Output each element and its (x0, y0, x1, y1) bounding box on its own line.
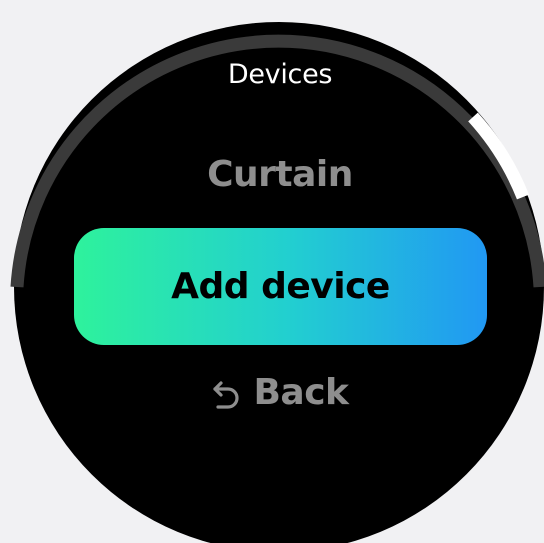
screen: Devices Curtain Add device Back (0, 0, 544, 543)
page-title: Devices (227, 59, 333, 90)
add-device-label: Add device (171, 266, 390, 307)
back-button[interactable]: Back (0, 372, 544, 413)
back-label: Back (253, 372, 349, 413)
menu-item-curtain[interactable]: Curtain (0, 154, 544, 195)
back-arrow-icon (213, 380, 240, 409)
add-device-button[interactable]: Add device (74, 228, 487, 345)
